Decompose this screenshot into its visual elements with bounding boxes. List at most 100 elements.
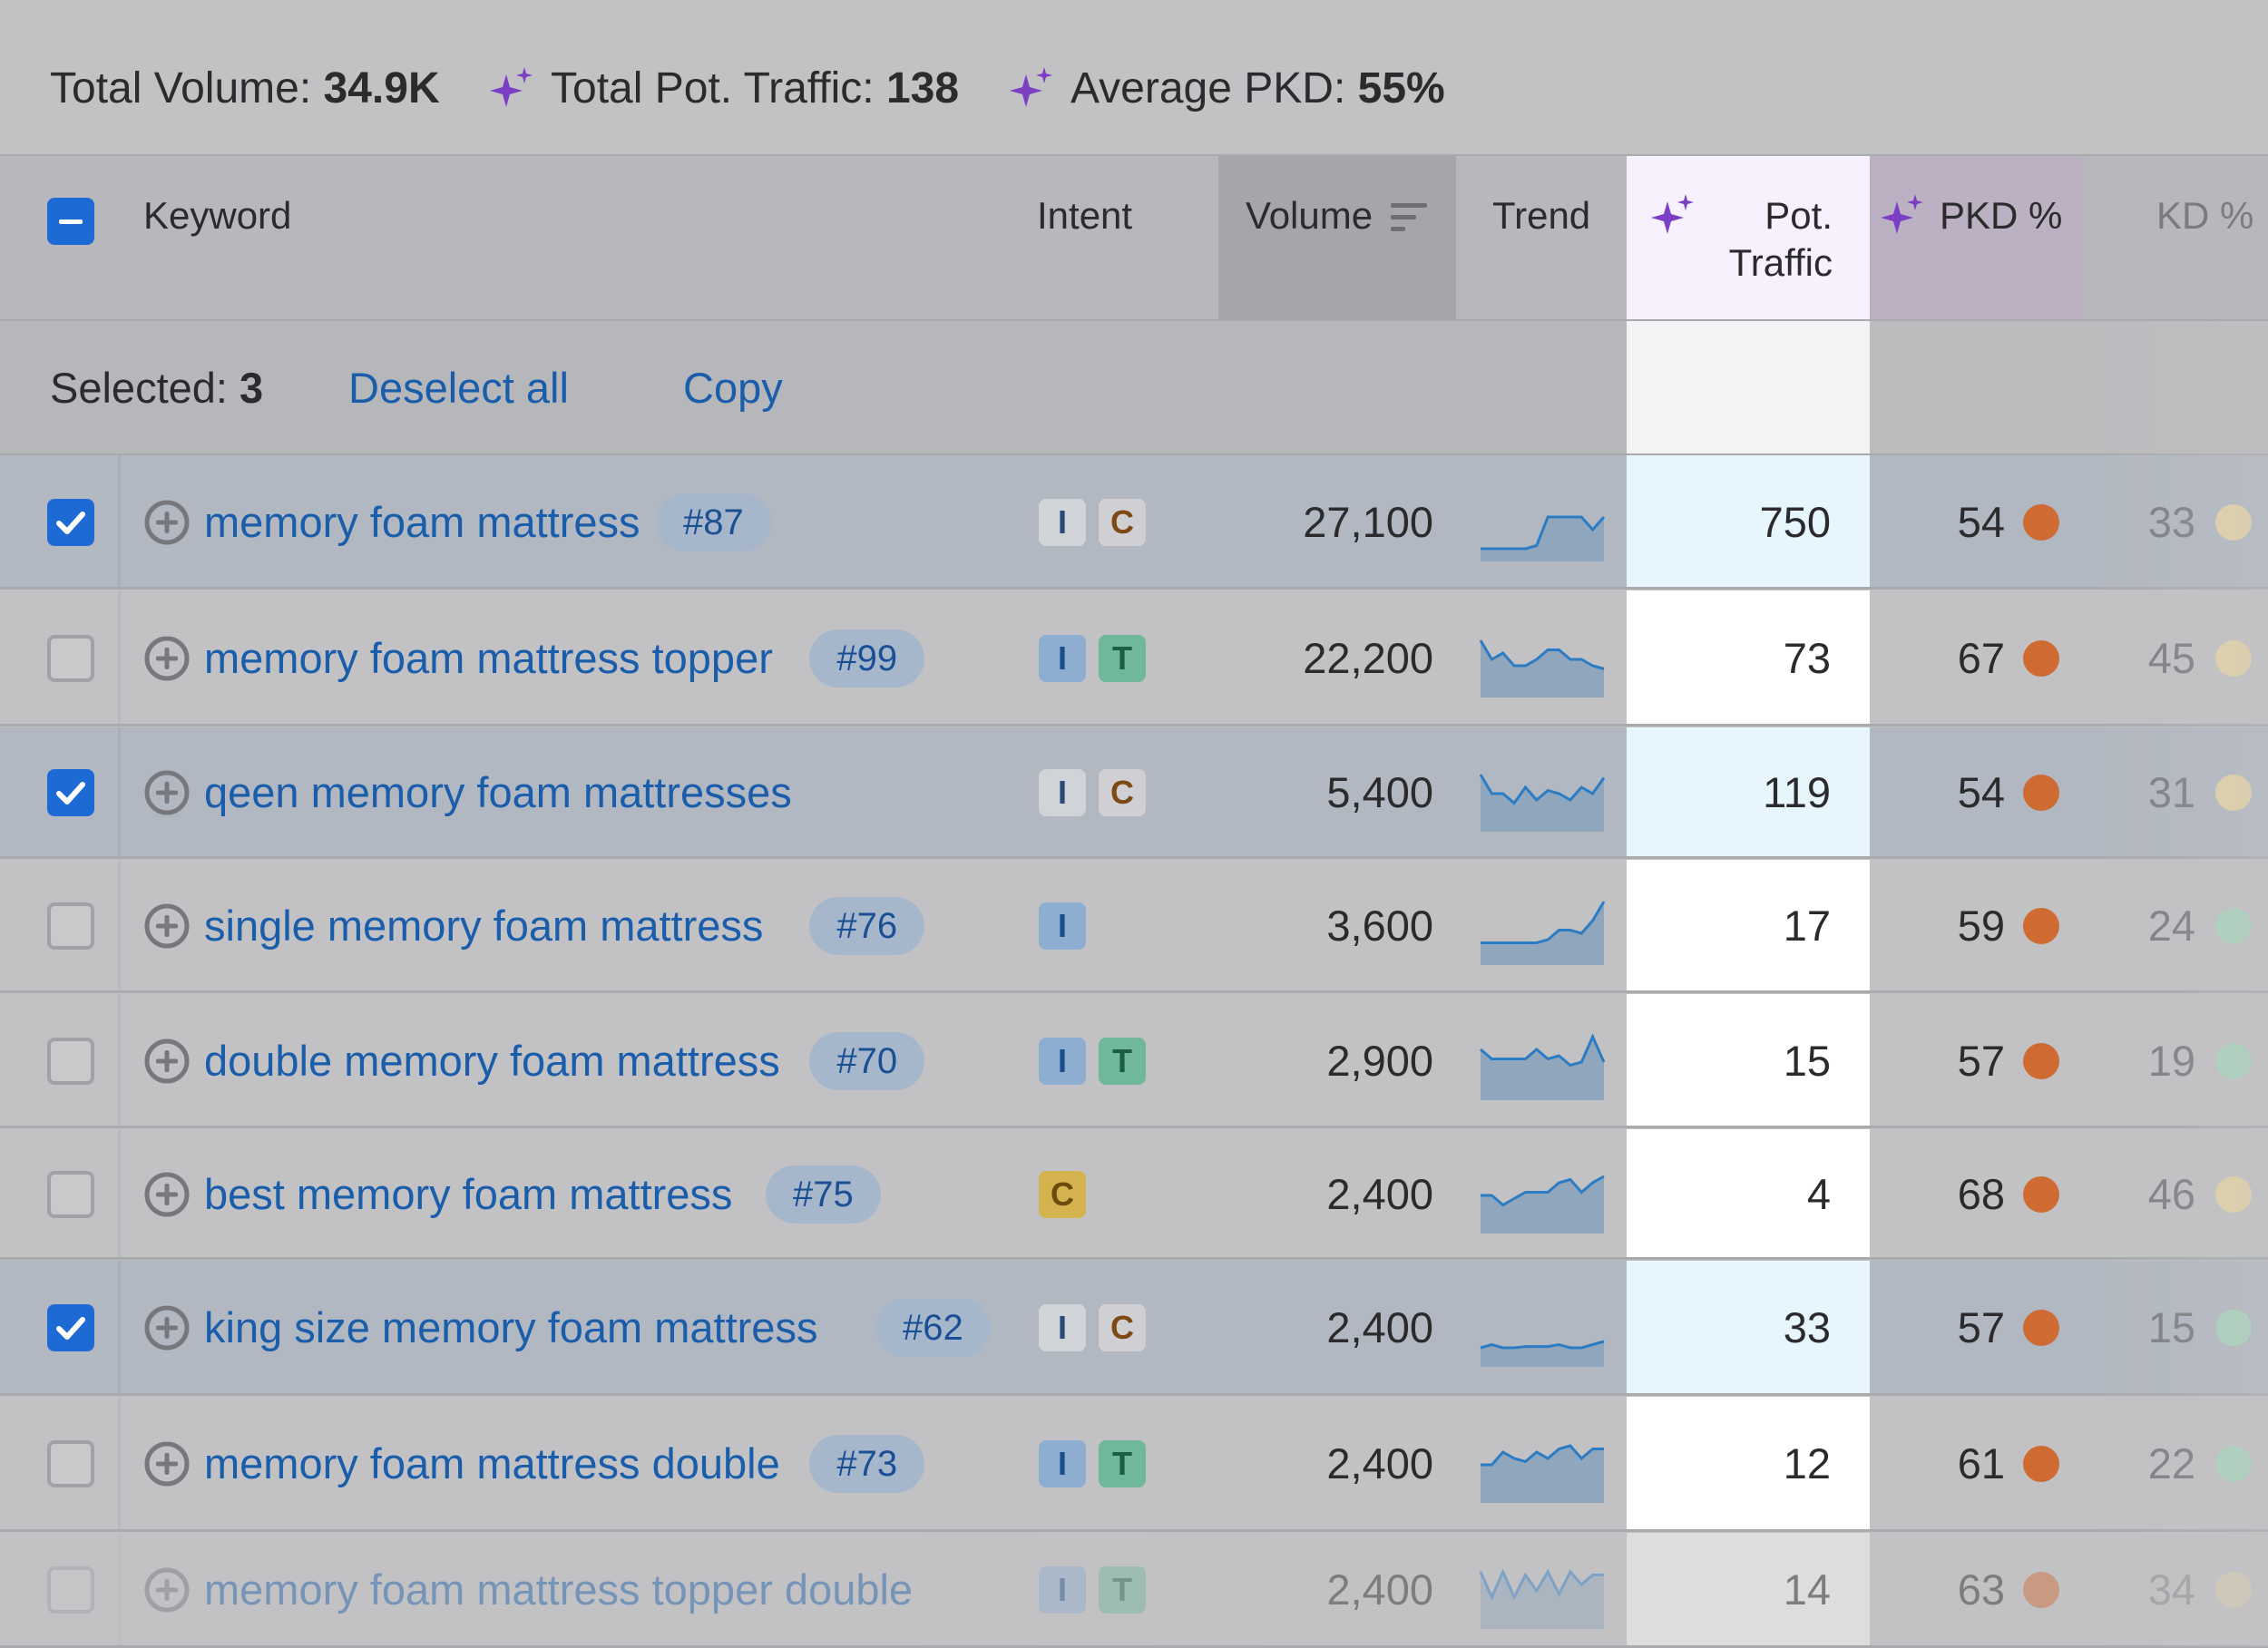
column-header-volume[interactable]: Volume [1246,192,1373,239]
keyword-link[interactable]: best memory foam mattress [204,1167,732,1222]
kd-difficulty-dot [2215,775,2252,811]
trend-area [1481,775,1604,832]
column-separator [118,1261,121,1395]
pkd-difficulty-dot [2023,1446,2059,1482]
row-checkbox[interactable] [47,634,94,682]
row-checkbox[interactable] [47,1170,94,1218]
row-checkbox[interactable] [47,1037,94,1085]
add-to-list-icon[interactable] [143,902,191,950]
kd-value: 33 [2147,497,2195,546]
pkd-difficulty-dot [2023,639,2059,677]
copy-link[interactable]: Copy [683,361,783,415]
column-header-kd[interactable]: KD % [2156,192,2253,239]
intent-badge-t: T [1099,634,1146,682]
column-header-pkd[interactable]: PKD % [1940,192,2062,239]
keyword-link[interactable]: qeen memory foam mattresses [204,765,792,820]
table-row[interactable]: memory foam mattress double #73 I T 2,400 12 6… [0,1397,2268,1531]
keyword-link[interactable]: memory foam mattress topper double [204,1563,913,1617]
volume-value: 5,400 [1326,768,1433,816]
intent-badge-i: I [1039,902,1086,950]
row-checkbox[interactable] [47,1304,94,1351]
add-to-list-icon[interactable] [143,499,191,546]
volume-value: 2,400 [1326,1439,1433,1487]
keyword-link[interactable]: memory foam mattress double [204,1437,780,1491]
pkd-value: 54 [1957,768,2005,816]
add-to-list-icon[interactable] [143,1304,191,1351]
column-header-intent[interactable]: Intent [1037,192,1132,239]
pkd-value: 59 [1957,902,2005,950]
row-divider [0,1529,2268,1532]
selected-count: Selected: 3 [50,364,264,412]
pot-traffic-value: 12 [1783,1439,1831,1487]
add-to-list-icon[interactable] [143,1440,191,1487]
add-to-list-icon[interactable] [143,769,191,816]
kd-difficulty-dot [2215,908,2252,944]
table-row[interactable]: best memory foam mattress #75 C 2,400 4 68 46 [0,1129,2268,1259]
column-separator [118,1129,121,1259]
sort-icon[interactable] [1391,201,1427,234]
pot-traffic-value: 33 [1783,1303,1831,1351]
keyword-link[interactable]: single memory foam mattress [204,899,763,953]
pkd-difficulty-dot [2023,1042,2059,1079]
keyword-link[interactable]: king size memory foam mattress [204,1301,817,1355]
keyword-link[interactable]: memory foam mattress [204,495,640,550]
volume-value: 27,100 [1303,497,1433,546]
deselect-all-link[interactable]: Deselect all [348,361,569,415]
intent-badge-i: I [1039,498,1086,546]
pkd-value: 54 [1957,497,2005,546]
position-badge: #87 [656,492,771,551]
table-row[interactable]: king size memory foam mattress #62 I C 2,400… [0,1261,2268,1395]
column-separator [118,860,121,992]
table-row[interactable]: qeen memory foam mattresses I C 5,400 119 54 3… [0,727,2268,858]
column-header-pot-traffic[interactable]: Pot. Traffic [1706,192,1833,287]
select-all-checkbox[interactable] [47,198,94,245]
kd-value: 45 [2147,633,2195,682]
add-to-list-icon[interactable] [143,635,191,682]
intent-badge-c: C [1039,1170,1086,1218]
trend-sparkline [1479,639,1605,697]
row-divider [0,990,2268,993]
row-checkbox[interactable] [47,902,94,950]
trend-line [1480,1340,1605,1350]
row-checkbox[interactable] [47,498,94,546]
volume-value: 2,400 [1326,1303,1433,1351]
trend-sparkline [1480,1340,1605,1367]
column-separator [118,455,121,589]
position-badge: #99 [809,629,925,687]
sparkle-icon [1651,194,1694,234]
pot-traffic-label-line1: Pot. [1765,194,1833,237]
pot-traffic-label-line2: Traffic [1728,241,1833,284]
row-checkbox[interactable] [47,1566,94,1614]
table-row[interactable]: single memory foam mattress #76 I 3,600 17 59… [0,860,2268,992]
keyword-link[interactable]: memory foam mattress topper [204,631,773,686]
row-checkbox[interactable] [47,1440,94,1487]
trend-area [1481,1175,1604,1234]
pot-traffic-value: 15 [1783,1036,1831,1085]
pkd-value: 57 [1957,1036,2005,1085]
trend-area [1481,639,1604,697]
pkd-value: 63 [1957,1565,2005,1614]
table-row[interactable]: memory foam mattress #87 I C 27,100 750 54 33 [0,455,2268,589]
table-row[interactable]: memory foam mattress topper double I T 2,40… [0,1533,2268,1647]
row-checkbox[interactable] [47,769,94,816]
volume-value: 3,600 [1326,902,1433,950]
table-header: Keyword Intent Volume Trend Pot. Traffic… [0,156,2268,321]
trend-sparkline [1481,1444,1604,1503]
kd-difficulty-dot [2215,1042,2252,1079]
table-row[interactable]: double memory foam mattress #70 I T 2,900 15 5… [0,994,2268,1127]
selection-bar: Selected: 3 Deselect all Copy [0,321,2268,455]
column-separator [118,590,121,726]
table-row[interactable]: memory foam mattress topper #99 I T 22,200 73… [0,590,2268,726]
keyword-link[interactable]: double memory foam mattress [204,1034,780,1088]
total-pot-traffic: Total Pot. Traffic: 138 [551,64,960,112]
kd-difficulty-dot [2215,639,2252,677]
pkd-difficulty-dot [2023,503,2059,541]
sparkle-icon [490,67,533,107]
pot-traffic-column-bg [1627,321,1870,455]
add-to-list-icon[interactable] [143,1171,191,1218]
column-header-trend[interactable]: Trend [1492,192,1590,239]
column-header-keyword[interactable]: Keyword [143,192,291,239]
add-to-list-icon[interactable] [143,1038,191,1085]
add-to-list-icon[interactable] [143,1566,191,1614]
intent-badge-c: C [1099,498,1146,546]
